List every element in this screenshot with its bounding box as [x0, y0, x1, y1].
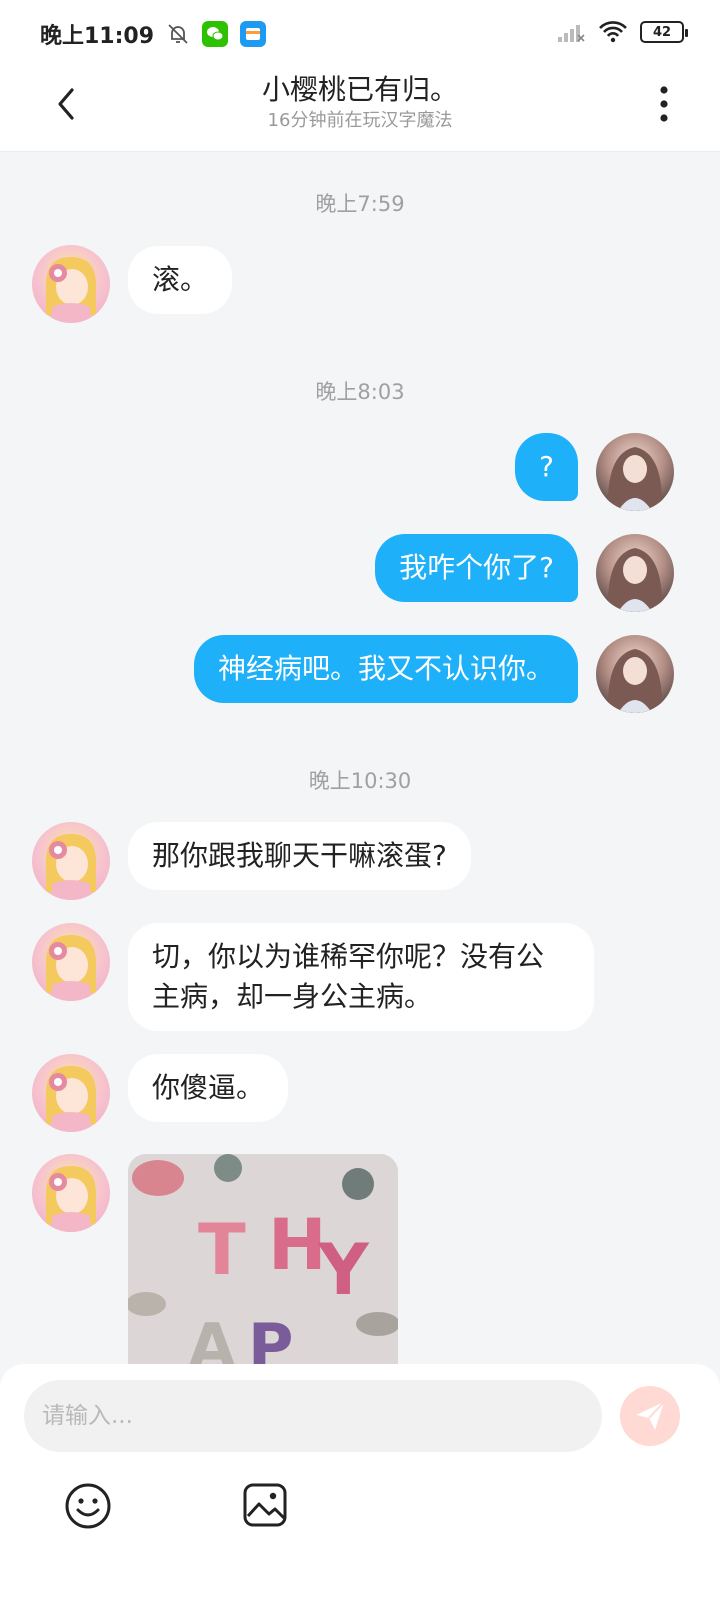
contact-avatar[interactable] — [32, 923, 110, 1001]
header-titles: 小樱桃已有归。 16分钟前在玩汉字魔法 — [0, 72, 720, 134]
contact-avatar[interactable] — [32, 822, 110, 900]
status-system-icons: 42 — [556, 20, 688, 44]
incoming-message[interactable]: 你傻逼。 — [128, 1054, 289, 1122]
status-time: 晚上11:09 — [40, 24, 155, 49]
message-timestamp: 晚上10:30 — [308, 769, 412, 793]
outgoing-message[interactable]: 我咋个你了? — [375, 534, 578, 602]
message-timestamp: 晚上8:03 — [315, 380, 405, 404]
battery-icon: 42 — [640, 21, 688, 43]
message-text: 滚。 — [152, 263, 209, 296]
more-options-button[interactable] — [644, 82, 684, 126]
wallet-icon — [240, 21, 267, 47]
avatar-illustration — [46, 1066, 96, 1132]
my-avatar[interactable] — [596, 534, 674, 612]
message-text: 你傻逼。 — [152, 1071, 265, 1104]
balloon-letter: A — [188, 1310, 236, 1368]
chat-title: 小樱桃已有归。 — [261, 73, 458, 106]
avatar-illustration — [46, 257, 96, 323]
incoming-message[interactable]: 切，你以为谁稀罕你呢？没有公 主病，却一身公主病。 — [128, 923, 594, 1031]
chat-subtitle: 16分钟前在玩汉字魔法 — [267, 110, 453, 131]
battery-level: 42 — [652, 24, 672, 40]
image-message[interactable]: T H Y A P — [128, 1154, 398, 1368]
composer — [0, 1364, 720, 1600]
avatar-illustration — [607, 447, 663, 511]
send-icon — [636, 1401, 665, 1430]
smiley-icon — [65, 1483, 111, 1529]
message-text-line: 主病，却一身公主病。 — [152, 980, 433, 1013]
status-bar: 晚上11:09 42 — [0, 0, 720, 68]
my-avatar[interactable] — [596, 635, 674, 713]
contact-avatar[interactable] — [32, 245, 110, 323]
message-timestamp: 晚上7:59 — [315, 192, 405, 216]
message-text: 神经病吧。我又不认识你。 — [217, 652, 554, 685]
send-button[interactable] — [620, 1386, 680, 1446]
contact-avatar[interactable] — [32, 1054, 110, 1132]
incoming-message[interactable]: 那你跟我聊天干嘛滚蛋? — [128, 822, 471, 890]
chat-header: 小樱桃已有归。 16分钟前在玩汉字魔法 — [0, 68, 720, 152]
balloon-letter: P — [248, 1310, 293, 1368]
bell-muted-icon — [168, 24, 188, 44]
incoming-message[interactable]: 滚。 — [128, 246, 233, 314]
message-text-line: 切，你以为谁稀罕你呢？没有公 — [152, 940, 545, 973]
balloon-letter: T — [198, 1209, 246, 1291]
outgoing-message[interactable]: 神经病吧。我又不认识你。 — [193, 635, 578, 703]
my-avatar[interactable] — [596, 433, 674, 511]
more-vertical-icon — [660, 86, 668, 122]
image-icon — [243, 1483, 287, 1527]
avatar-illustration — [46, 834, 96, 900]
avatar-illustration — [607, 649, 663, 713]
contact-avatar[interactable] — [32, 1154, 110, 1232]
avatar-illustration — [46, 935, 96, 1001]
wifi-icon — [599, 21, 627, 43]
message-input[interactable] — [24, 1380, 602, 1452]
balloon-letters-photo: T H Y A P — [128, 1154, 398, 1368]
avatar-illustration — [607, 548, 663, 612]
avatar-illustration — [46, 1166, 96, 1232]
balloon-letter: Y — [317, 1229, 370, 1311]
status-notification-icons — [166, 21, 267, 47]
wechat-icon — [202, 21, 229, 47]
message-text: 那你跟我聊天干嘛滚蛋? — [152, 839, 447, 872]
signal-icon — [558, 25, 585, 42]
message-text: 我咋个你了? — [399, 551, 554, 584]
emoji-button[interactable] — [64, 1482, 112, 1530]
outgoing-message[interactable]: ? — [515, 433, 578, 501]
image-picker-button[interactable] — [242, 1482, 288, 1528]
message-text: ? — [539, 450, 554, 483]
